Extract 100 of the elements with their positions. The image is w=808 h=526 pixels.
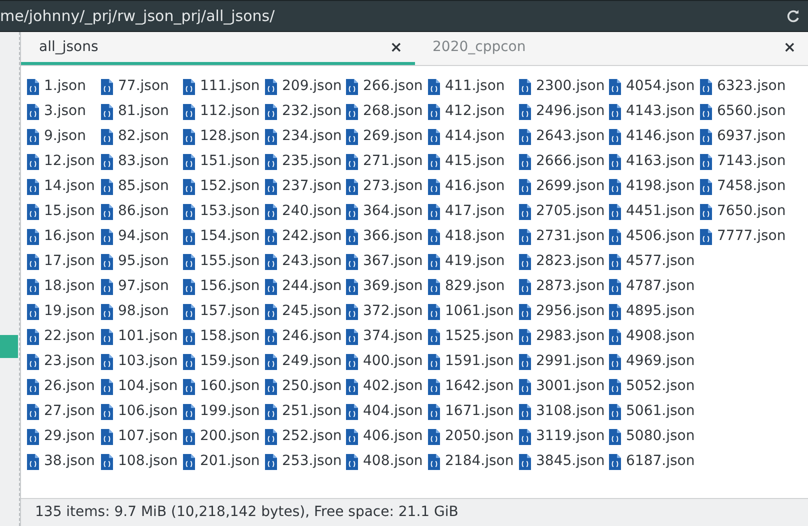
file-item[interactable]: 19.json	[27, 299, 95, 324]
file-item[interactable]: 237.json	[265, 174, 342, 199]
file-item[interactable]: 406.json	[346, 424, 423, 449]
file-item[interactable]: 246.json	[265, 324, 342, 349]
tab[interactable]: all_jsons ×	[21, 32, 414, 65]
file-item[interactable]: 103.json	[101, 349, 178, 374]
file-item[interactable]: 22.json	[27, 324, 95, 349]
file-item[interactable]: 829.json	[428, 274, 505, 299]
file-item[interactable]: 2050.json	[428, 424, 514, 449]
file-item[interactable]: 154.json	[183, 224, 260, 249]
file-item[interactable]: 108.json	[101, 449, 178, 474]
file-item[interactable]: 2300.json	[519, 74, 605, 99]
file-item[interactable]: 402.json	[346, 374, 423, 399]
file-item[interactable]: 4506.json	[609, 224, 695, 249]
file-item[interactable]: 106.json	[101, 399, 178, 424]
file-item[interactable]: 400.json	[346, 349, 423, 374]
file-item[interactable]: 2643.json	[519, 124, 605, 149]
file-item[interactable]: 414.json	[428, 124, 505, 149]
file-item[interactable]: 240.json	[265, 199, 342, 224]
file-item[interactable]: 374.json	[346, 324, 423, 349]
file-item[interactable]: 18.json	[27, 274, 95, 299]
file-item[interactable]: 249.json	[265, 349, 342, 374]
file-item[interactable]: 6560.json	[700, 99, 786, 124]
file-item[interactable]: 415.json	[428, 149, 505, 174]
file-item[interactable]: 199.json	[183, 399, 260, 424]
file-item[interactable]: 369.json	[346, 274, 423, 299]
file-item[interactable]: 14.json	[27, 174, 95, 199]
file-item[interactable]: 7650.json	[700, 199, 786, 224]
file-item[interactable]: 111.json	[183, 74, 260, 99]
file-item[interactable]: 364.json	[346, 199, 423, 224]
file-item[interactable]: 3001.json	[519, 374, 605, 399]
file-item[interactable]: 1642.json	[428, 374, 514, 399]
file-item[interactable]: 232.json	[265, 99, 342, 124]
file-item[interactable]: 3845.json	[519, 449, 605, 474]
file-item[interactable]: 9.json	[27, 124, 86, 149]
file-item[interactable]: 234.json	[265, 124, 342, 149]
close-icon[interactable]: ×	[390, 36, 402, 58]
file-item[interactable]: 243.json	[265, 249, 342, 274]
file-item[interactable]: 2699.json	[519, 174, 605, 199]
file-item[interactable]: 5080.json	[609, 424, 695, 449]
file-item[interactable]: 2983.json	[519, 324, 605, 349]
file-item[interactable]: 4787.json	[609, 274, 695, 299]
file-item[interactable]: 266.json	[346, 74, 423, 99]
file-item[interactable]: 23.json	[27, 349, 95, 374]
file-item[interactable]: 4895.json	[609, 299, 695, 324]
file-item[interactable]: 5061.json	[609, 399, 695, 424]
file-item[interactable]: 158.json	[183, 324, 260, 349]
tab[interactable]: 2020_cppcon ×	[414, 32, 808, 65]
file-item[interactable]: 2666.json	[519, 149, 605, 174]
file-item[interactable]: 4163.json	[609, 149, 695, 174]
file-item[interactable]: 245.json	[265, 299, 342, 324]
file-item[interactable]: 4054.json	[609, 74, 695, 99]
file-item[interactable]: 411.json	[428, 74, 505, 99]
file-item[interactable]: 209.json	[265, 74, 342, 99]
file-item[interactable]: 112.json	[183, 99, 260, 124]
file-item[interactable]: 97.json	[101, 274, 169, 299]
file-item[interactable]: 17.json	[27, 249, 95, 274]
file-item[interactable]: 2991.json	[519, 349, 605, 374]
file-item[interactable]: 26.json	[27, 374, 95, 399]
file-item[interactable]: 253.json	[265, 449, 342, 474]
file-item[interactable]: 153.json	[183, 199, 260, 224]
file-item[interactable]: 82.json	[101, 124, 169, 149]
file-item[interactable]: 85.json	[101, 174, 169, 199]
file-item[interactable]: 372.json	[346, 299, 423, 324]
file-item[interactable]: 104.json	[101, 374, 178, 399]
file-item[interactable]: 29.json	[27, 424, 95, 449]
file-item[interactable]: 412.json	[428, 99, 505, 124]
file-item[interactable]: 200.json	[183, 424, 260, 449]
file-item[interactable]: 1671.json	[428, 399, 514, 424]
file-item[interactable]: 98.json	[101, 299, 169, 324]
file-item[interactable]: 152.json	[183, 174, 260, 199]
file-item[interactable]: 27.json	[27, 399, 95, 424]
file-item[interactable]: 86.json	[101, 199, 169, 224]
file-item[interactable]: 6187.json	[609, 449, 695, 474]
file-item[interactable]: 201.json	[183, 449, 260, 474]
file-item[interactable]: 268.json	[346, 99, 423, 124]
file-item[interactable]: 128.json	[183, 124, 260, 149]
file-item[interactable]: 156.json	[183, 274, 260, 299]
file-item[interactable]: 155.json	[183, 249, 260, 274]
file-item[interactable]: 159.json	[183, 349, 260, 374]
file-item[interactable]: 101.json	[101, 324, 178, 349]
file-item[interactable]: 242.json	[265, 224, 342, 249]
file-item[interactable]: 2184.json	[428, 449, 514, 474]
file-item[interactable]: 404.json	[346, 399, 423, 424]
file-item[interactable]: 252.json	[265, 424, 342, 449]
file-item[interactable]: 4451.json	[609, 199, 695, 224]
file-item[interactable]: 1525.json	[428, 324, 514, 349]
file-item[interactable]: 6323.json	[700, 74, 786, 99]
file-item[interactable]: 157.json	[183, 299, 260, 324]
file-item[interactable]: 251.json	[265, 399, 342, 424]
file-item[interactable]: 7143.json	[700, 149, 786, 174]
file-item[interactable]: 269.json	[346, 124, 423, 149]
file-item[interactable]: 2873.json	[519, 274, 605, 299]
file-item[interactable]: 5052.json	[609, 374, 695, 399]
file-item[interactable]: 271.json	[346, 149, 423, 174]
file-item[interactable]: 4908.json	[609, 324, 695, 349]
file-item[interactable]: 95.json	[101, 249, 169, 274]
file-item[interactable]: 366.json	[346, 224, 423, 249]
file-item[interactable]: 2731.json	[519, 224, 605, 249]
file-item[interactable]: 107.json	[101, 424, 178, 449]
